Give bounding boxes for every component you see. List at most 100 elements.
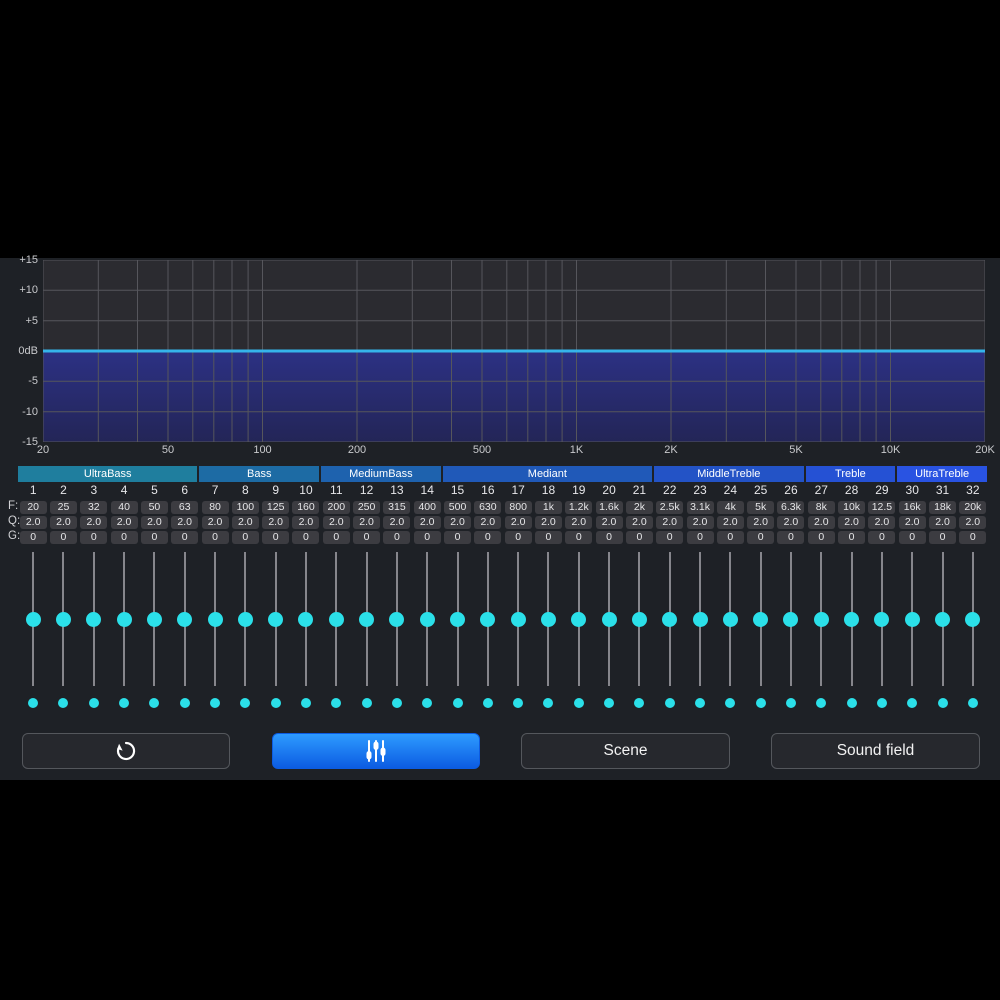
band-frequency-value[interactable]: 50: [140, 500, 168, 514]
band-gain-value[interactable]: 0: [201, 530, 229, 544]
band-q-value[interactable]: 2.0: [898, 515, 926, 529]
band-slider[interactable]: [382, 552, 412, 717]
slider-knob[interactable]: [389, 611, 405, 627]
slider-knob[interactable]: [450, 611, 466, 627]
band-slider[interactable]: [321, 552, 351, 717]
band-slider[interactable]: [230, 552, 260, 717]
slider-knob[interactable]: [813, 611, 829, 627]
band-frequency-value[interactable]: 80: [201, 500, 229, 514]
band-q-value[interactable]: 2.0: [201, 515, 229, 529]
slider-knob[interactable]: [480, 611, 496, 627]
slider-knob[interactable]: [55, 611, 71, 627]
band-gain-value[interactable]: 0: [565, 530, 593, 544]
band-q-value[interactable]: 2.0: [19, 515, 47, 529]
band-q-value[interactable]: 2.0: [838, 515, 866, 529]
band-slider[interactable]: [867, 552, 897, 717]
band-slider[interactable]: [836, 552, 866, 717]
slider-knob[interactable]: [692, 611, 708, 627]
band-frequency-value[interactable]: 8k: [807, 500, 835, 514]
slider-knob[interactable]: [844, 611, 860, 627]
band-gain-value[interactable]: 0: [140, 530, 168, 544]
band-q-value[interactable]: 2.0: [444, 515, 472, 529]
band-slider[interactable]: [958, 552, 988, 717]
slider-knob[interactable]: [177, 611, 193, 627]
band-q-value[interactable]: 2.0: [656, 515, 684, 529]
band-frequency-value[interactable]: 20k: [959, 500, 987, 514]
band-gain-value[interactable]: 0: [80, 530, 108, 544]
slider-knob[interactable]: [419, 611, 435, 627]
band-frequency-value[interactable]: 100: [231, 500, 259, 514]
band-q-value[interactable]: 2.0: [686, 515, 714, 529]
equalizer-button[interactable]: [272, 733, 480, 769]
band-slider[interactable]: [655, 552, 685, 717]
slider-knob[interactable]: [540, 611, 556, 627]
band-frequency-value[interactable]: 1k: [534, 500, 562, 514]
band-gain-value[interactable]: 0: [292, 530, 320, 544]
band-slider[interactable]: [746, 552, 776, 717]
band-q-value[interactable]: 2.0: [929, 515, 957, 529]
band-q-value[interactable]: 2.0: [353, 515, 381, 529]
band-slider[interactable]: [533, 552, 563, 717]
band-slider[interactable]: [109, 552, 139, 717]
slider-knob[interactable]: [601, 611, 617, 627]
band-gain-value[interactable]: 0: [110, 530, 138, 544]
band-frequency-value[interactable]: 3.1k: [686, 500, 714, 514]
band-gain-value[interactable]: 0: [444, 530, 472, 544]
slider-knob[interactable]: [237, 611, 253, 627]
band-slider[interactable]: [200, 552, 230, 717]
slider-knob[interactable]: [722, 611, 738, 627]
band-frequency-value[interactable]: 4k: [716, 500, 744, 514]
slider-knob[interactable]: [965, 611, 981, 627]
band-gain-value[interactable]: 0: [262, 530, 290, 544]
band-q-value[interactable]: 2.0: [413, 515, 441, 529]
slider-knob[interactable]: [25, 611, 41, 627]
band-slider[interactable]: [351, 552, 381, 717]
band-q-value[interactable]: 2.0: [49, 515, 77, 529]
band-frequency-value[interactable]: 200: [322, 500, 350, 514]
band-gain-value[interactable]: 0: [838, 530, 866, 544]
band-slider[interactable]: [473, 552, 503, 717]
band-gain-value[interactable]: 0: [171, 530, 199, 544]
band-gain-value[interactable]: 0: [747, 530, 775, 544]
band-gain-value[interactable]: 0: [322, 530, 350, 544]
band-gain-value[interactable]: 0: [898, 530, 926, 544]
band-gain-value[interactable]: 0: [868, 530, 896, 544]
band-slider[interactable]: [412, 552, 442, 717]
band-slider[interactable]: [715, 552, 745, 717]
band-q-value[interactable]: 2.0: [262, 515, 290, 529]
band-frequency-value[interactable]: 40: [110, 500, 138, 514]
slider-knob[interactable]: [116, 611, 132, 627]
band-slider[interactable]: [897, 552, 927, 717]
band-frequency-value[interactable]: 18k: [929, 500, 957, 514]
band-slider[interactable]: [564, 552, 594, 717]
sound-field-button[interactable]: Sound field: [771, 733, 980, 769]
slider-knob[interactable]: [510, 611, 526, 627]
band-gain-value[interactable]: 0: [49, 530, 77, 544]
band-frequency-value[interactable]: 500: [444, 500, 472, 514]
band-slider[interactable]: [503, 552, 533, 717]
band-q-value[interactable]: 2.0: [110, 515, 138, 529]
band-frequency-value[interactable]: 630: [474, 500, 502, 514]
band-frequency-value[interactable]: 10k: [838, 500, 866, 514]
band-frequency-value[interactable]: 400: [413, 500, 441, 514]
band-slider[interactable]: [261, 552, 291, 717]
band-slider[interactable]: [442, 552, 472, 717]
band-gain-value[interactable]: 0: [595, 530, 623, 544]
band-frequency-value[interactable]: 125: [262, 500, 290, 514]
band-frequency-value[interactable]: 1.6k: [595, 500, 623, 514]
band-frequency-value[interactable]: 12.5: [868, 500, 896, 514]
band-q-value[interactable]: 2.0: [383, 515, 411, 529]
band-q-value[interactable]: 2.0: [625, 515, 653, 529]
band-gain-value[interactable]: 0: [231, 530, 259, 544]
band-slider[interactable]: [776, 552, 806, 717]
band-q-value[interactable]: 2.0: [140, 515, 168, 529]
band-slider[interactable]: [170, 552, 200, 717]
band-q-value[interactable]: 2.0: [474, 515, 502, 529]
band-gain-value[interactable]: 0: [807, 530, 835, 544]
band-frequency-value[interactable]: 20: [19, 500, 47, 514]
band-gain-value[interactable]: 0: [504, 530, 532, 544]
band-slider[interactable]: [48, 552, 78, 717]
band-frequency-value[interactable]: 6.3k: [777, 500, 805, 514]
band-gain-value[interactable]: 0: [413, 530, 441, 544]
band-gain-value[interactable]: 0: [716, 530, 744, 544]
